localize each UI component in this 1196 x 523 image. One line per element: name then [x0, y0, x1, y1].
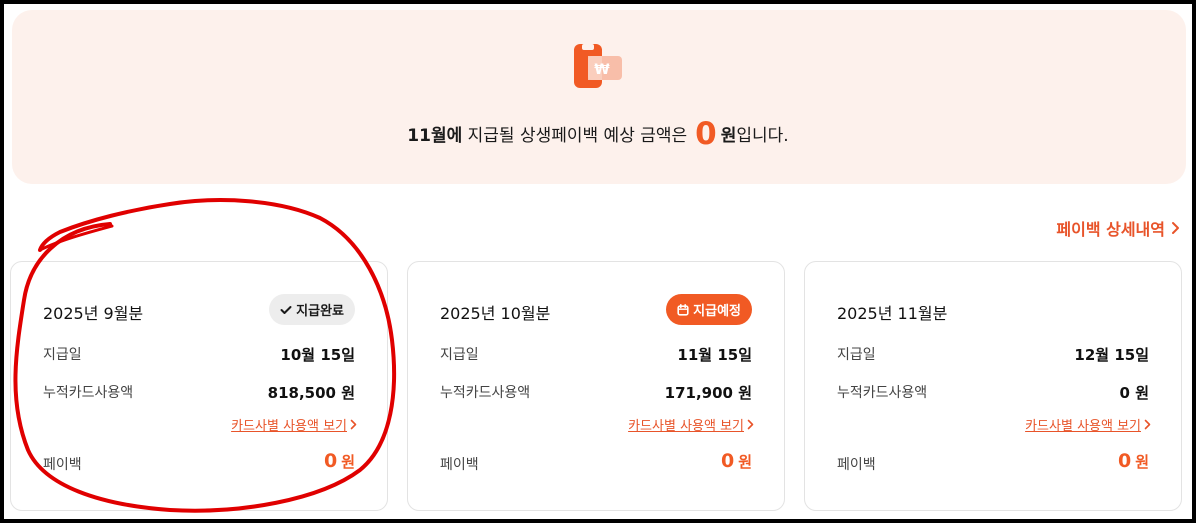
chevron-right-icon: [350, 419, 357, 430]
payback-card-october: 2025년 10월분 지급예정 지급일 11월 15일 누적카드사용액 171,…: [407, 261, 785, 511]
payback-card-september: 2025년 9월분 지급완료 지급일 10월 15일 누적카드사용액 818,5…: [10, 261, 388, 511]
chevron-right-icon: [1144, 419, 1151, 430]
payback-amount-number: 0: [323, 450, 338, 472]
payback-amount-unit: 원: [1135, 453, 1149, 471]
chevron-right-icon: [1172, 222, 1179, 234]
card-title: 2025년 10월분: [440, 304, 551, 323]
card-usage-value: 171,900 원: [664, 384, 752, 402]
card-title: 2025년 9월분: [43, 304, 144, 323]
expected-payback-amount: 0: [695, 116, 717, 152]
payback-card-november: 2025년 11월분 지급일 12월 15일 누적카드사용액 0 원 카드사별 …: [804, 261, 1182, 511]
pay-date-label: 지급일: [43, 347, 82, 363]
chevron-right-icon: [747, 419, 754, 430]
card-usage-label: 누적카드사용액: [837, 385, 928, 401]
status-badge: 지급완료: [269, 294, 355, 325]
calendar-icon: [677, 303, 689, 316]
payback-label: 페이백: [43, 457, 82, 473]
payback-label: 페이백: [837, 457, 876, 473]
message-text: 지급될 상생페이백 예상 금액은: [462, 126, 688, 146]
svg-text:₩: ₩: [594, 62, 610, 78]
card-usage-by-issuer-label: 카드사별 사용액 보기: [231, 419, 347, 434]
card-usage-by-issuer-label: 카드사별 사용액 보기: [628, 419, 744, 434]
payback-amount: 0원: [324, 450, 355, 472]
status-badge-label: 지급예정: [693, 304, 741, 319]
payback-amount-unit: 원: [738, 453, 752, 471]
card-usage-value: 818,500 원: [267, 384, 355, 402]
message-suffix: 입니다.: [736, 126, 789, 146]
check-icon: [280, 305, 292, 314]
amount-unit: 원: [720, 126, 737, 146]
card-usage-by-issuer-link[interactable]: 카드사별 사용액 보기: [1025, 415, 1151, 434]
pay-date-value: 10월 15일: [280, 346, 355, 364]
payback-wallet-icon: ₩: [572, 42, 624, 90]
card-usage-by-issuer-link[interactable]: 카드사별 사용액 보기: [231, 415, 357, 434]
payback-summary-banner: [12, 10, 1186, 184]
card-title: 2025년 11월분: [837, 304, 948, 323]
card-usage-by-issuer-label: 카드사별 사용액 보기: [1025, 419, 1141, 434]
pay-date-label: 지급일: [837, 347, 876, 363]
payback-amount: 0원: [1118, 450, 1149, 472]
payback-detail-link[interactable]: 페이백 상세내역: [1056, 216, 1180, 240]
pay-date-label: 지급일: [440, 347, 479, 363]
card-usage-by-issuer-link[interactable]: 카드사별 사용액 보기: [628, 415, 754, 434]
card-usage-label: 누적카드사용액: [43, 385, 134, 401]
payback-amount: 0원: [721, 450, 752, 472]
status-badge-label: 지급완료: [296, 304, 344, 319]
payback-month: 11월에: [407, 126, 463, 146]
card-usage-label: 누적카드사용액: [440, 385, 531, 401]
status-badge: 지급예정: [666, 294, 752, 325]
pay-date-value: 12월 15일: [1074, 346, 1149, 364]
payback-label: 페이백: [440, 457, 479, 473]
pay-date-value: 11월 15일: [677, 346, 752, 364]
payback-amount-number: 0: [1117, 450, 1132, 472]
payback-amount-unit: 원: [341, 453, 355, 471]
card-usage-value: 0 원: [1119, 384, 1149, 402]
expected-payback-message: 11월에 지급될 상생페이백 예상 금액은 0 원입니다.: [0, 116, 1196, 154]
payback-amount-number: 0: [720, 450, 735, 472]
payback-detail-label: 페이백 상세내역: [1056, 220, 1165, 239]
